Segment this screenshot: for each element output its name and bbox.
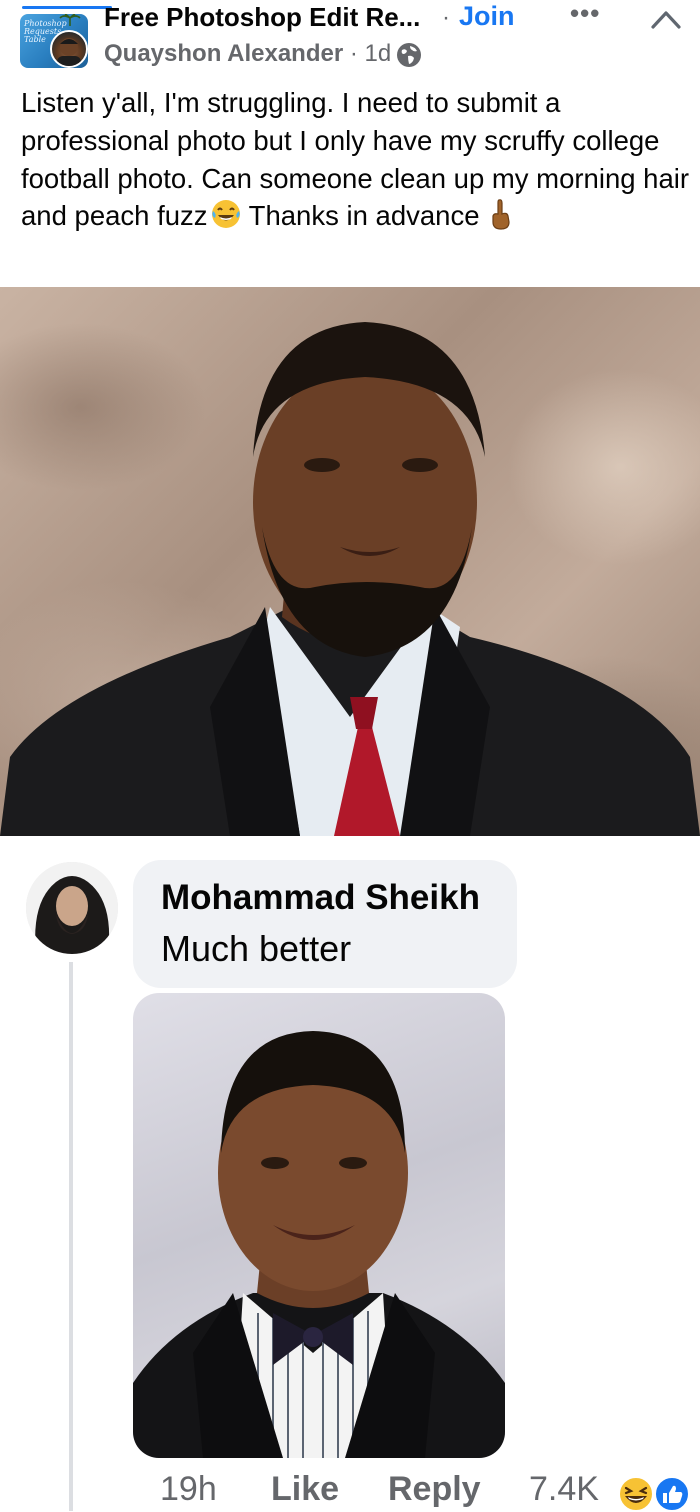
haha-reaction-icon bbox=[618, 1476, 654, 1512]
crossed-fingers-emoji bbox=[492, 199, 510, 230]
comment-time[interactable]: 19h bbox=[160, 1470, 217, 1509]
header-separator: · bbox=[442, 4, 450, 31]
laughing-tears-emoji bbox=[211, 200, 240, 229]
close-chevron-icon[interactable] bbox=[650, 8, 682, 30]
like-button[interactable]: Like bbox=[271, 1470, 339, 1509]
comment-photo-portrait bbox=[133, 1031, 505, 1458]
post-photo-portrait bbox=[0, 322, 700, 836]
reaction-count[interactable]: 7.4K bbox=[529, 1470, 599, 1509]
reply-button[interactable]: Reply bbox=[388, 1470, 481, 1509]
post-author-line: Quayshon Alexander · 1d · bbox=[104, 40, 406, 68]
author-avatar-face bbox=[57, 38, 81, 66]
post-photo[interactable] bbox=[0, 287, 700, 836]
reaction-icons[interactable] bbox=[616, 1476, 696, 1512]
thread-line bbox=[69, 962, 73, 1511]
author-avatar[interactable] bbox=[50, 30, 88, 68]
group-name-link[interactable]: Free Photoshop Edit Re... bbox=[104, 2, 420, 33]
comment-text: Much better bbox=[161, 928, 352, 969]
join-button[interactable]: Join bbox=[459, 1, 515, 32]
loading-indicator bbox=[22, 6, 112, 9]
more-icon[interactable]: ••• bbox=[570, 0, 600, 29]
comment-photo[interactable] bbox=[133, 993, 505, 1458]
commenter-name-link[interactable]: Mohammad Sheikh bbox=[161, 878, 480, 918]
post-body: Listen y'all, I'm struggling. I need to … bbox=[21, 84, 691, 235]
author-name-link[interactable]: Quayshon Alexander bbox=[104, 40, 343, 67]
commenter-avatar-portrait bbox=[26, 862, 118, 954]
like-reaction-icon bbox=[654, 1476, 690, 1512]
post-text-end: Thanks in advance bbox=[241, 200, 480, 232]
globe-icon bbox=[397, 43, 421, 67]
commenter-avatar[interactable] bbox=[26, 862, 118, 954]
